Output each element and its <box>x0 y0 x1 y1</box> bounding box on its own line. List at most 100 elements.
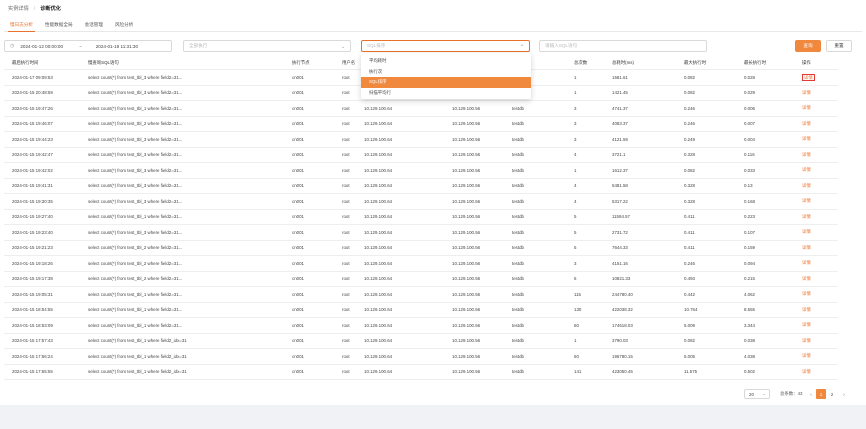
cell-total-count: 5 <box>574 229 577 235</box>
details-link[interactable]: 详情 <box>802 105 811 111</box>
cell-database: testdb <box>512 322 524 328</box>
details-link[interactable]: 详情 <box>802 167 811 173</box>
table-row: 2024-01-15 19:18:26 select count(*) from … <box>4 256 838 272</box>
range-separator: ~ <box>79 43 82 49</box>
cell-total-duration: 4741.37 <box>612 105 628 111</box>
cell-max-exec: 0.249 <box>684 136 695 142</box>
cell-client-host: 10.129.100.64 <box>364 167 393 173</box>
cell-database: testdb <box>512 353 524 359</box>
node-select[interactable]: 全部执行 ⌄ <box>183 40 351 52</box>
details-link[interactable]: 详情 <box>802 260 811 266</box>
cell-username: root <box>342 338 350 344</box>
cell-max-exec: 0.246 <box>684 260 695 266</box>
cell-total-duration: 174618.03 <box>612 322 633 328</box>
query-button[interactable]: 查询 <box>795 40 821 52</box>
details-link[interactable]: 详情 <box>802 229 811 235</box>
cell-longest-exec: 0.223 <box>744 214 755 220</box>
sort-select-value: SQL排序 <box>367 43 386 48</box>
cell-sql-statement: select count(*) from test_tbl_3 where fi… <box>88 90 183 96</box>
cell-action: 详情 <box>802 318 834 333</box>
time-range-picker[interactable]: ◷ 2024-01-12 00:00:00 ~ 2024-01-19 11:31… <box>4 40 172 52</box>
cell-database: testdb <box>512 214 524 220</box>
cell-last-exec-time: 2024-01-15 19:41:31 <box>12 183 53 189</box>
sql-keyword-input[interactable]: 请输入SQL语句 <box>539 40 707 52</box>
cell-last-exec-time: 2024-01-15 17:57:43 <box>12 338 53 344</box>
cell-sql-statement: select count(*) from test_tbl_1 where fi… <box>88 322 183 328</box>
details-link[interactable]: 详情 <box>802 369 811 375</box>
tab-session[interactable]: 会话管理 <box>79 20 109 31</box>
sort-select[interactable]: SQL排序 ⌃ <box>361 40 530 52</box>
column-header-longest-exec: 最长执行时 <box>744 59 766 65</box>
details-link[interactable]: 详情 <box>802 136 811 142</box>
details-link[interactable]: 详情 <box>802 338 811 344</box>
column-header-exec-node: 执行节点 <box>292 59 310 65</box>
next-page-button[interactable]: › <box>839 389 849 399</box>
prev-page-button[interactable]: ‹ <box>806 389 816 399</box>
cell-total-duration: 4151.16 <box>612 260 628 266</box>
cell-last-exec-time: 2024-01-15 19:05:31 <box>12 291 53 297</box>
cell-total-duration: 2731.72 <box>612 229 628 235</box>
cell-client-host: 10.129.100.64 <box>364 214 393 220</box>
breadcrumb-parent[interactable]: 实例详情 <box>8 5 29 12</box>
reset-button[interactable]: 重置 <box>826 40 852 52</box>
details-link[interactable]: 详情 <box>802 322 811 328</box>
details-link[interactable]: 详情 <box>802 90 811 96</box>
cell-exec-node: cn001 <box>292 353 304 359</box>
cell-max-exec: 0.082 <box>684 74 695 80</box>
end-time: 2024-01-19 11:31:30 <box>95 43 139 49</box>
details-link[interactable]: 详情 <box>802 291 811 297</box>
dropdown-option-avg-scan-rows[interactable]: 扫描平均行 <box>361 88 531 99</box>
dropdown-option-avg-duration[interactable]: 平均耗时 <box>361 56 531 67</box>
page-size-select[interactable]: 20 ⌄ <box>744 389 770 399</box>
cell-username: root <box>342 198 350 204</box>
chevron-down-icon: ⌄ <box>341 44 345 49</box>
details-link[interactable]: 详情 <box>802 245 811 251</box>
cell-client-host: 10.129.100.64 <box>364 322 393 328</box>
breadcrumb: 实例详情 / 诊断优化 <box>8 5 61 13</box>
cell-server-host: 10.129.100.56 <box>452 121 481 127</box>
details-link[interactable]: 详情 <box>802 183 811 189</box>
cell-exec-node: cn001 <box>292 183 304 189</box>
cell-sql-statement: select count(*) from test_tbl_3 where fi… <box>88 152 183 158</box>
cell-exec-node: cn001 <box>292 90 304 96</box>
details-link[interactable]: 详情 <box>802 121 811 127</box>
details-link[interactable]: 详情 <box>802 73 815 81</box>
cell-sql-statement: select count(*) from test_tbl_3 where fi… <box>88 183 183 189</box>
table-row: 2024-01-15 17:57:43 select count(*) from … <box>4 334 838 349</box>
cell-longest-exec: 0.215 <box>744 276 755 282</box>
details-link[interactable]: 详情 <box>802 307 811 313</box>
cell-exec-node: cn001 <box>292 121 304 127</box>
cell-client-host: 10.129.100.64 <box>364 369 393 375</box>
cell-server-host: 10.129.100.56 <box>452 214 481 220</box>
cell-server-host: 10.129.100.56 <box>452 338 481 344</box>
tab-risk[interactable]: 风险分析 <box>109 20 139 31</box>
cell-max-exec: 0.328 <box>684 198 695 204</box>
cell-total-count: 6 <box>574 276 577 282</box>
cell-exec-node: cn001 <box>292 369 304 375</box>
details-link[interactable]: 详情 <box>802 353 811 359</box>
cell-max-exec: 0.082 <box>684 338 695 344</box>
cell-username: root <box>342 322 350 328</box>
cell-exec-node: cn001 <box>292 291 304 297</box>
tab-performance[interactable]: 性能数据全局 <box>39 20 79 31</box>
dropdown-option-exec-count[interactable]: 执行次 <box>361 67 531 78</box>
cell-exec-node: cn001 <box>292 338 304 344</box>
details-link[interactable]: 详情 <box>802 152 811 158</box>
page-1-button[interactable]: 1 <box>816 389 826 399</box>
tab-slow-log[interactable]: 慢日志分析 <box>4 20 39 32</box>
details-link[interactable]: 详情 <box>802 276 811 282</box>
dropdown-option-sql-sort[interactable]: SQL排序 <box>361 77 531 88</box>
breadcrumb-current: 诊断优化 <box>40 6 61 12</box>
cell-exec-node: cn001 <box>292 276 304 282</box>
table-row: 2024-01-15 19:42:02 select count(*) from … <box>4 163 838 179</box>
details-link[interactable]: 详情 <box>802 198 811 204</box>
cell-total-count: 4 <box>574 198 577 204</box>
details-link[interactable]: 详情 <box>802 214 811 220</box>
cell-client-host: 10.129.100.64 <box>364 229 393 235</box>
cell-total-count: 4 <box>574 183 577 189</box>
cell-last-exec-time: 2024-01-15 19:42:47 <box>12 152 53 158</box>
page-2-button[interactable]: 2 <box>827 389 837 399</box>
cell-longest-exec: 0.168 <box>744 198 755 204</box>
cell-total-count: 60 <box>574 353 579 359</box>
cell-max-exec: 0.442 <box>684 291 695 297</box>
